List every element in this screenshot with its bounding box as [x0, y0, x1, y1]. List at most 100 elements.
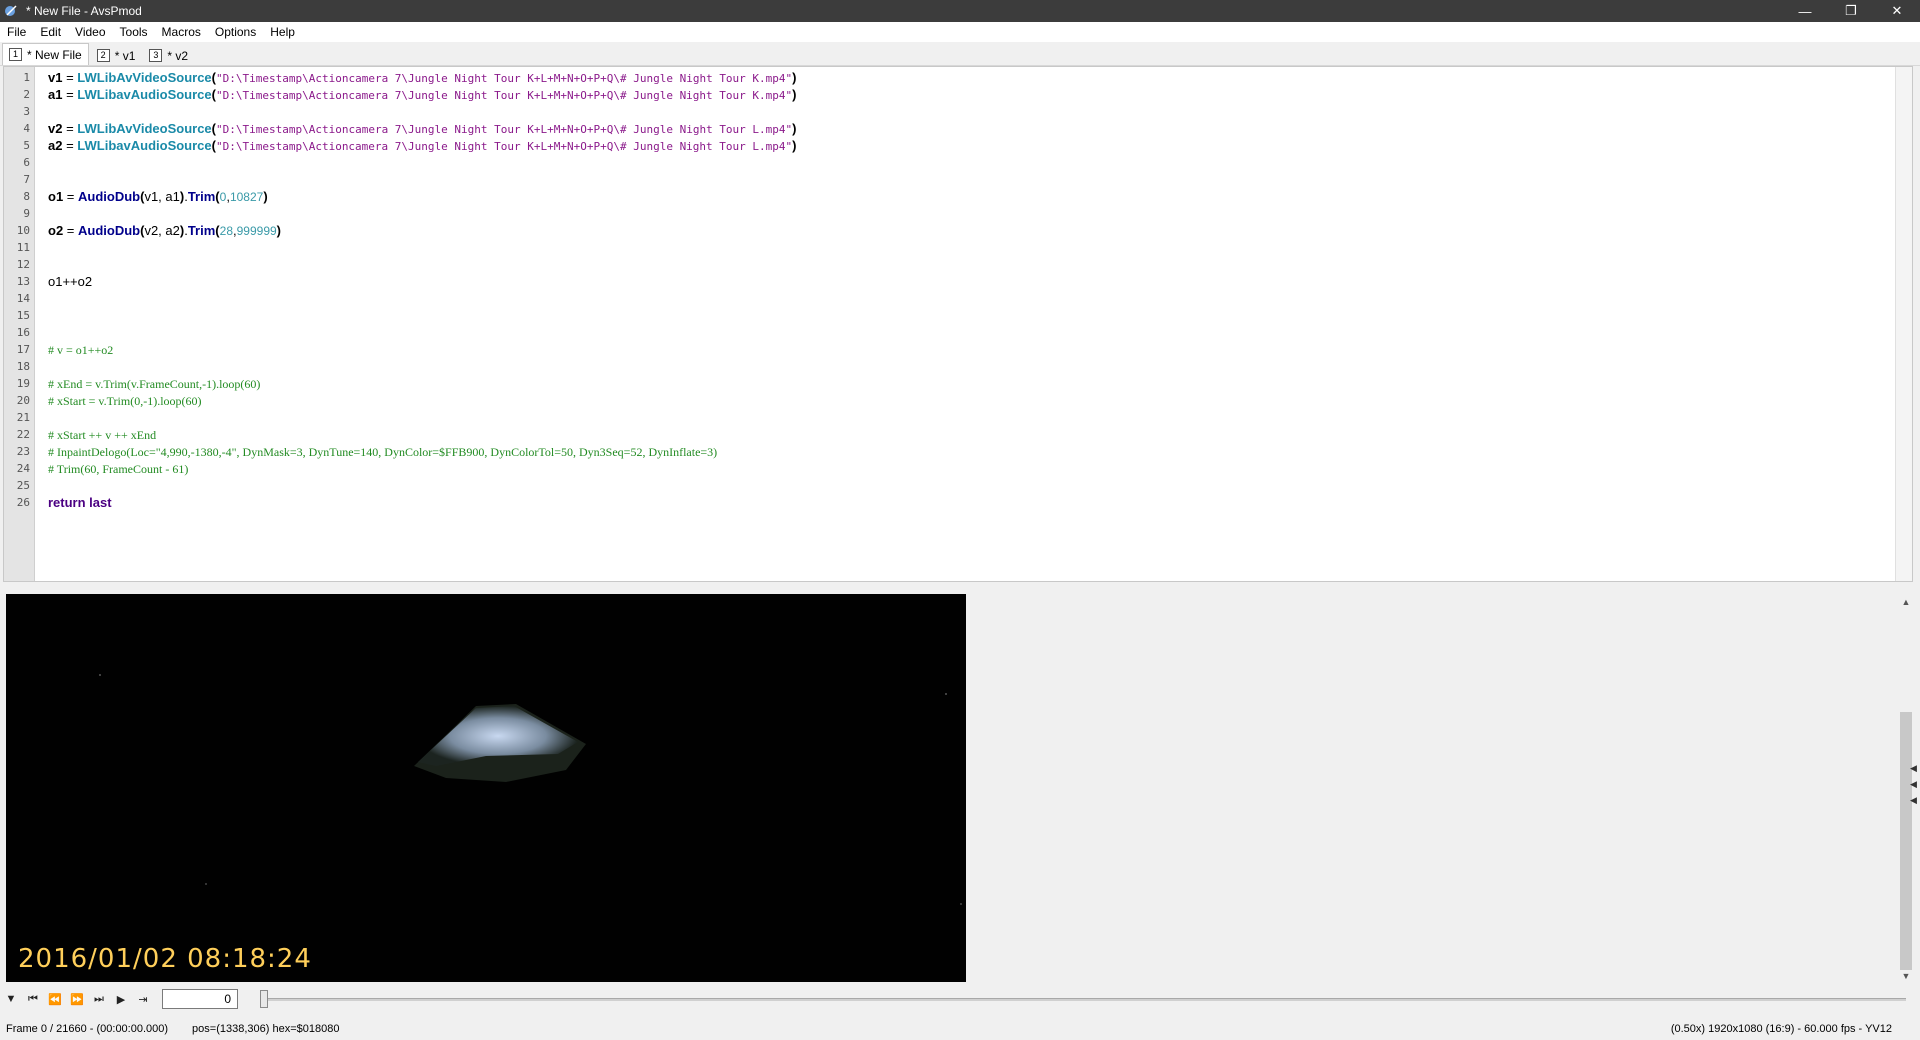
tab-new-file[interactable]: 1 * New File — [2, 43, 89, 65]
line-number: 16 — [16, 326, 30, 339]
play-icon[interactable]: ▶ — [110, 988, 132, 1010]
code-token: v1 — [48, 70, 63, 85]
window-title: * New File - AvsPmod — [26, 4, 142, 18]
code-text: # xEnd = v.Trim(v.FrameCount,-1).loop(60… — [48, 375, 260, 393]
code-line: 25 — [4, 477, 1912, 494]
tab-v2[interactable]: 3 * v2 — [143, 46, 194, 65]
tab-number: 1 — [9, 48, 22, 61]
menu-bar: File Edit Video Tools Macros Options Hel… — [0, 22, 1920, 42]
code-token: # Trim(60, FrameCount - 61) — [48, 462, 189, 476]
code-text: # v = o1++o2 — [48, 341, 113, 359]
line-number: 3 — [23, 105, 30, 118]
step-forward-icon[interactable]: ⏩ — [66, 988, 88, 1010]
scroll-up-icon[interactable]: ▲ — [1900, 596, 1912, 608]
editor-scrollbar[interactable] — [1895, 67, 1912, 581]
code-token: "D:\Timestamp\Actioncamera 7\Jungle Nigh… — [215, 89, 793, 102]
toggle-menu-icon[interactable]: ▼ — [0, 988, 22, 1010]
code-token: LWLibavAudioSource — [77, 87, 212, 102]
code-line: 22 # xStart ++ v ++ xEnd — [4, 426, 1912, 443]
code-token: "D:\Timestamp\Actioncamera 7\Jungle Nigh… — [216, 123, 793, 136]
code-token: o2 — [48, 223, 64, 238]
code-line: 7 — [4, 171, 1912, 188]
code-token: LWLibAvVideoSource — [77, 70, 212, 85]
line-number: 4 — [23, 122, 30, 135]
line-number: 13 — [16, 275, 30, 288]
slider-track — [260, 998, 1906, 1001]
code-token: ) — [792, 121, 797, 136]
code-line: 9 — [4, 205, 1912, 222]
menu-edit[interactable]: Edit — [33, 25, 68, 39]
minimize-button[interactable]: — — [1782, 0, 1828, 22]
code-line: 16 — [4, 324, 1912, 341]
code-token: Trim — [187, 189, 216, 204]
code-text: v1 = LWLibAvVideoSource("D:\Timestamp\Ac… — [48, 69, 797, 87]
code-text: a2 = LWLibavAudioSource("D:\Timestamp\Ac… — [48, 137, 797, 155]
video-preview[interactable]: 2016/01/02 08:18:24 — [6, 594, 966, 982]
line-number: 7 — [23, 173, 30, 186]
video-timestamp: 2016/01/02 08:18:24 — [18, 944, 312, 974]
code-token: 10827 — [229, 190, 264, 204]
code-token: v1, a1 — [144, 189, 180, 204]
code-token: 28 — [219, 224, 233, 238]
menu-file[interactable]: File — [0, 25, 33, 39]
code-line: 15 — [4, 307, 1912, 324]
expand-left-icon[interactable]: ◀ — [1910, 760, 1920, 776]
line-number: 10 — [16, 224, 30, 237]
code-token: v2 — [48, 121, 63, 136]
status-bar: Frame 0 / 21660 - (00:00:00.000) pos=(13… — [0, 1018, 1920, 1040]
preview-area: 2016/01/02 08:18:24 — [0, 590, 1920, 984]
code-text: # xStart ++ v ++ xEnd — [48, 426, 156, 444]
go-last-icon[interactable]: ⏭ — [88, 988, 110, 1010]
close-button[interactable]: ✕ — [1874, 0, 1920, 22]
menu-video[interactable]: Video — [68, 25, 112, 39]
code-text: v2 = LWLibAvVideoSource("D:\Timestamp\Ac… — [48, 120, 797, 138]
menu-macros[interactable]: Macros — [155, 25, 208, 39]
tab-bar: 1 * New File 2 * v1 3 * v2 — [0, 42, 1920, 66]
go-first-icon[interactable]: ⏮ — [22, 988, 44, 1010]
tab-v1[interactable]: 2 * v1 — [91, 46, 142, 65]
line-number: 8 — [23, 190, 30, 203]
code-token: # xStart ++ v ++ xEnd — [48, 428, 157, 442]
timeline-slider[interactable] — [260, 990, 1906, 1008]
code-token: = — [63, 189, 78, 204]
code-line: 2 a1 = LWLibavAudioSource("D:\Timestamp\A… — [4, 86, 1912, 103]
scrollbar-thumb[interactable] — [1900, 712, 1912, 970]
side-expander: ◀ ◀ ◀ — [1910, 760, 1920, 808]
line-number: 20 — [16, 394, 30, 407]
expand-left-icon[interactable]: ◀ — [1910, 792, 1920, 808]
app-icon — [5, 5, 17, 16]
code-line: 18 — [4, 358, 1912, 375]
code-token: # xStart = v.Trim(0,-1).loop(60) — [48, 394, 202, 408]
script-editor[interactable]: 1 v1 = LWLibAvVideoSource("D:\Timestamp\A… — [3, 66, 1913, 582]
code-token: "D:\Timestamp\Actioncamera 7\Jungle Nigh… — [215, 140, 793, 153]
code-line: 23 # InpaintDelogo(Loc="4,990,-1380,-4", … — [4, 443, 1912, 460]
restore-button[interactable]: ❐ — [1828, 0, 1874, 22]
code-token: # InpaintDelogo(Loc="4,990,-1380,-4", Dy… — [48, 445, 718, 459]
code-token: = — [62, 70, 78, 85]
menu-tools[interactable]: Tools — [113, 25, 155, 39]
scroll-down-icon[interactable]: ▼ — [1900, 970, 1912, 982]
expand-left-icon[interactable]: ◀ — [1910, 776, 1920, 792]
line-number: 2 — [23, 88, 30, 101]
status-frame: Frame 0 / 21660 - (00:00:00.000) — [6, 1023, 169, 1035]
frame-number-input[interactable] — [162, 989, 238, 1009]
menu-help[interactable]: Help — [263, 25, 302, 39]
slider-handle[interactable] — [260, 990, 268, 1008]
code-token: # xEnd = v.Trim(v.FrameCount,-1).loop(60… — [48, 377, 261, 391]
line-number: 5 — [23, 139, 30, 152]
line-number: 17 — [16, 343, 30, 356]
bookmark-icon[interactable]: ⇥ — [132, 988, 154, 1010]
code-line: 3 — [4, 103, 1912, 120]
step-back-icon[interactable]: ⏪ — [44, 988, 66, 1010]
code-token: a2 — [48, 138, 63, 153]
code-line: 8 o1 = AudioDub(v1, a1).Trim(0,10827) — [4, 188, 1912, 205]
code-text: o1++o2 — [48, 273, 92, 290]
line-number: 11 — [16, 241, 30, 254]
code-token: a1 — [48, 87, 63, 102]
line-number: 18 — [16, 360, 30, 373]
playback-controls: ▼ ⏮ ⏪ ⏩ ⏭ ▶ ⇥ — [0, 986, 1920, 1012]
code-token: ) — [792, 87, 797, 102]
code-text: # xStart = v.Trim(0,-1).loop(60) — [48, 392, 202, 410]
code-text: return last — [48, 494, 112, 511]
menu-options[interactable]: Options — [208, 25, 263, 39]
